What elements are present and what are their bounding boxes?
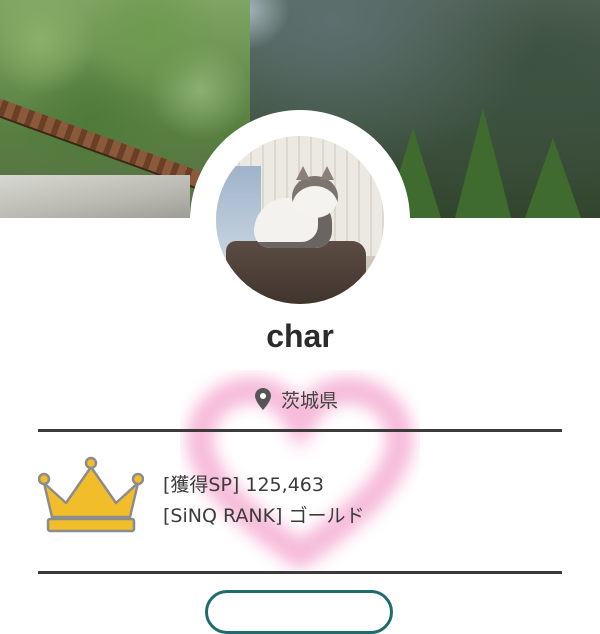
crown-icon <box>38 456 144 533</box>
rank-stats: [獲得SP] 125,463 [SiNQ RANK] ゴールド <box>163 470 365 532</box>
cover-pine-tree <box>455 108 511 218</box>
kitten-ear <box>320 166 334 180</box>
profile-action-button[interactable] <box>205 590 393 634</box>
kitten-head <box>292 176 338 218</box>
location-pin-icon <box>255 388 271 410</box>
divider <box>38 571 562 574</box>
avatar-sofa <box>226 241 366 304</box>
profile-name: char <box>266 318 334 354</box>
cover-rocks <box>0 175 190 218</box>
location-label: 茨城県 <box>281 389 339 412</box>
earned-sp: [獲得SP] 125,463 <box>163 474 324 496</box>
kitten-ear <box>296 166 310 180</box>
sinq-rank: [SiNQ RANK] ゴールド <box>163 505 365 527</box>
cover-pine-tree <box>525 138 581 218</box>
profile-location: 茨城県 <box>255 382 338 416</box>
divider <box>38 429 562 432</box>
avatar[interactable] <box>216 136 384 304</box>
